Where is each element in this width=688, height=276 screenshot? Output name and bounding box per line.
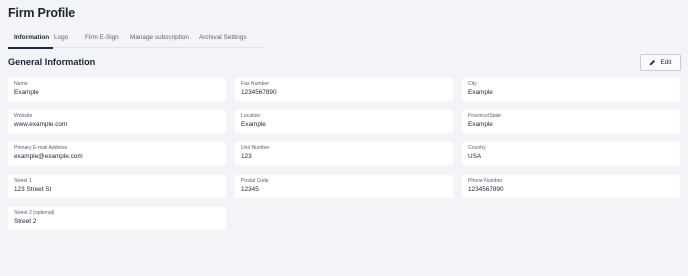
field-country: Country USA [462, 142, 680, 165]
field-label: City [468, 81, 477, 87]
tab-logo[interactable]: Logo [53, 31, 85, 48]
field-label: Primary E-mail Address [14, 145, 68, 151]
field-primary-email: Primary E-mail Address example@example.c… [8, 142, 226, 165]
field-name: Name Example [8, 78, 226, 101]
field-fax-number: Fax Number 1234567890 [235, 78, 453, 101]
field-value: example@example.com [14, 153, 83, 160]
field-label: Country [468, 145, 486, 151]
field-value: 1234567890 [241, 89, 277, 96]
field-phone-number: Phone Number 1234567890 [462, 175, 680, 198]
field-value: Example [14, 89, 39, 96]
field-value: Example [468, 89, 493, 96]
field-label: Street 1 [14, 178, 32, 184]
field-unit-number: Unit Number 123 [235, 142, 453, 165]
edit-button[interactable]: Edit [640, 54, 681, 71]
field-value: 123 [241, 153, 252, 160]
field-value: Street 2 [14, 218, 37, 225]
field-value: www.example.com [14, 121, 68, 128]
field-label: Phone Number [468, 178, 503, 184]
field-label: Postal Code [241, 178, 269, 184]
field-value: Example [241, 121, 266, 128]
field-value: 12345 [241, 186, 259, 193]
field-value: 1234567890 [468, 186, 504, 193]
field-street-1: Street 1 123 Street St [8, 175, 226, 198]
section-title: General Information [8, 57, 96, 67]
field-province-state: Province/State Example [462, 110, 680, 133]
edit-button-label: Edit [660, 59, 672, 66]
field-street-2: Street 2 (optional) Street 2 [8, 207, 226, 230]
tab-bar: Information Logo Firm E-Sign Manage subs… [8, 31, 264, 49]
field-label: Fax Number [241, 81, 270, 87]
tab-archival-settings[interactable]: Archival Settings [199, 31, 261, 48]
field-website: Website www.example.com [8, 110, 226, 133]
field-label: Location [241, 113, 261, 119]
field-label: Name [14, 81, 28, 87]
tab-manage-subscription[interactable]: Manage subscription [130, 31, 199, 48]
pencil-icon [650, 59, 656, 66]
field-value: Example [468, 121, 493, 128]
field-label: Street 2 (optional) [14, 210, 55, 216]
field-label: Website [14, 113, 33, 119]
field-label: Province/State [468, 113, 502, 119]
field-city: City Example [462, 78, 680, 101]
tab-firm-e-sign[interactable]: Firm E-Sign [85, 31, 130, 48]
field-label: Unit Number [241, 145, 270, 151]
field-value: 123 Street St [14, 186, 52, 193]
field-value: USA [468, 153, 482, 160]
field-postal-code: Postal Code 12345 [235, 175, 453, 198]
page-title: Firm Profile [8, 6, 76, 20]
tab-information[interactable]: Information [8, 31, 53, 49]
field-location: Location Example [235, 110, 453, 133]
